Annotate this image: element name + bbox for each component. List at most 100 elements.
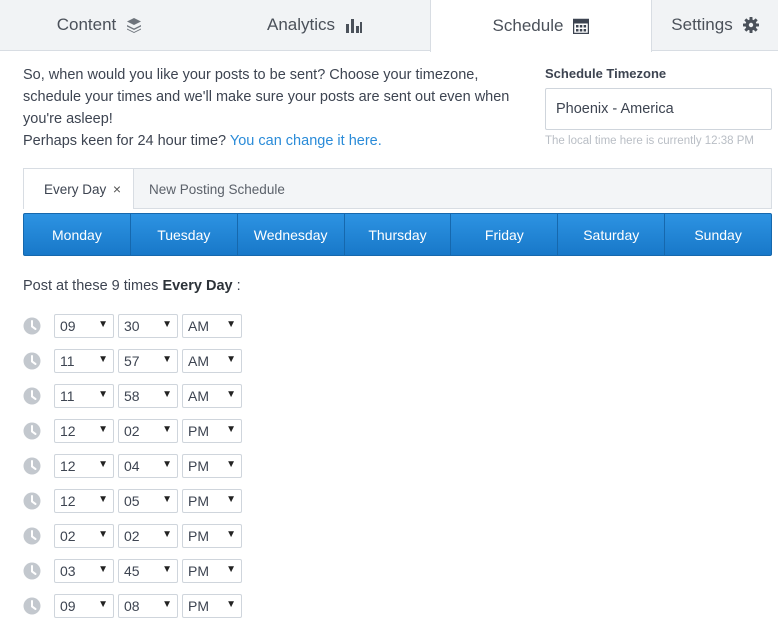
- hour-select[interactable]: 12 ▼: [54, 454, 114, 478]
- minute-select[interactable]: 58 ▼: [118, 384, 178, 408]
- hour-value: 11: [60, 353, 75, 369]
- minute-select[interactable]: 02 ▼: [118, 524, 178, 548]
- time-row: 03 ▼ 45 ▼ PM ▼: [23, 558, 246, 584]
- ampm-select[interactable]: PM ▼: [182, 454, 242, 478]
- dropdown-arrow-icon: ▼: [226, 354, 236, 365]
- hour-select[interactable]: 12 ▼: [54, 419, 114, 443]
- ampm-select[interactable]: PM ▼: [182, 489, 242, 513]
- day-thursday[interactable]: Thursday: [345, 214, 452, 255]
- minute-select[interactable]: 45 ▼: [118, 559, 178, 583]
- tab-schedule-label: Schedule: [492, 16, 564, 35]
- timezone-label: Schedule Timezone: [545, 66, 667, 81]
- minute-select[interactable]: 57 ▼: [118, 349, 178, 373]
- minute-value: 02: [124, 528, 140, 544]
- ampm-select[interactable]: PM ▼: [182, 559, 242, 583]
- ampm-value: AM: [188, 318, 209, 334]
- time-row: 11 ▼ 58 ▼ AM ▼: [23, 383, 246, 409]
- ampm-value: AM: [188, 388, 209, 404]
- layers-icon: [127, 18, 142, 33]
- dropdown-arrow-icon: ▼: [162, 389, 172, 400]
- day-friday[interactable]: Friday: [451, 214, 559, 255]
- time-row: 11 ▼ 57 ▼ AM ▼: [23, 348, 246, 374]
- dropdown-arrow-icon: ▼: [98, 389, 108, 400]
- tab-content[interactable]: Content: [0, 0, 199, 51]
- dropdown-arrow-icon: ▼: [162, 424, 172, 435]
- dropdown-arrow-icon: ▼: [226, 319, 236, 330]
- clock-icon[interactable]: [23, 562, 41, 580]
- ampm-select[interactable]: PM ▼: [182, 524, 242, 548]
- time-row: 12 ▼ 02 ▼ PM ▼: [23, 418, 246, 444]
- day-sunday[interactable]: Sunday: [665, 214, 771, 255]
- minute-value: 30: [124, 318, 140, 334]
- minute-select[interactable]: 04 ▼: [118, 454, 178, 478]
- new-posting-schedule-tab[interactable]: New Posting Schedule: [149, 169, 285, 209]
- minute-select[interactable]: 05 ▼: [118, 489, 178, 513]
- tab-settings[interactable]: Settings: [652, 0, 778, 51]
- schedule-tabs: Every Day × New Posting Schedule: [23, 168, 772, 209]
- post-times-summary: Post at these 9 times Every Day :: [23, 278, 241, 294]
- hour-select[interactable]: 12 ▼: [54, 489, 114, 513]
- main-tabs: Content Analytics Schedule Settings: [0, 0, 778, 52]
- time-row: 09 ▼ 30 ▼ AM ▼: [23, 313, 246, 339]
- minute-value: 58: [124, 388, 140, 404]
- ampm-select[interactable]: PM ▼: [182, 419, 242, 443]
- clock-icon[interactable]: [23, 597, 41, 615]
- tab-schedule[interactable]: Schedule: [430, 0, 652, 52]
- tab-analytics[interactable]: Analytics: [199, 0, 431, 51]
- minute-value: 04: [124, 458, 140, 474]
- dropdown-arrow-icon: ▼: [226, 564, 236, 575]
- hour-select[interactable]: 09 ▼: [54, 314, 114, 338]
- dropdown-arrow-icon: ▼: [98, 424, 108, 435]
- minute-value: 45: [124, 563, 140, 579]
- ampm-select[interactable]: AM ▼: [182, 349, 242, 373]
- minute-select[interactable]: 02 ▼: [118, 419, 178, 443]
- clock-icon[interactable]: [23, 527, 41, 545]
- hour-select[interactable]: 11 ▼: [54, 384, 114, 408]
- clock-icon[interactable]: [23, 317, 41, 335]
- dropdown-arrow-icon: ▼: [162, 354, 172, 365]
- day-selector: Monday Tuesday Wednesday Thursday Friday…: [23, 213, 772, 256]
- hour-value: 09: [60, 598, 76, 614]
- day-saturday[interactable]: Saturday: [558, 214, 666, 255]
- post-times-suffix: :: [236, 278, 241, 294]
- clock-icon[interactable]: [23, 387, 41, 405]
- dropdown-arrow-icon: ▼: [162, 529, 172, 540]
- hour-value: 12: [60, 458, 76, 474]
- day-wednesday[interactable]: Wednesday: [238, 214, 345, 255]
- clock-icon[interactable]: [23, 457, 41, 475]
- hour-value: 12: [60, 493, 76, 509]
- hour-select[interactable]: 09 ▼: [54, 594, 114, 618]
- ampm-value: PM: [188, 563, 209, 579]
- change-time-format-link[interactable]: You can change it here.: [230, 133, 382, 149]
- hour-select[interactable]: 03 ▼: [54, 559, 114, 583]
- dropdown-arrow-icon: ▼: [226, 459, 236, 470]
- dropdown-arrow-icon: ▼: [98, 564, 108, 575]
- day-monday[interactable]: Monday: [24, 214, 131, 255]
- dropdown-arrow-icon: ▼: [162, 564, 172, 575]
- dropdown-arrow-icon: ▼: [226, 424, 236, 435]
- ampm-select[interactable]: AM ▼: [182, 384, 242, 408]
- clock-icon[interactable]: [23, 352, 41, 370]
- bar-chart-icon: [346, 19, 363, 33]
- dropdown-arrow-icon: ▼: [98, 319, 108, 330]
- hour-value: 03: [60, 563, 76, 579]
- minute-select[interactable]: 30 ▼: [118, 314, 178, 338]
- clock-icon[interactable]: [23, 492, 41, 510]
- ampm-value: PM: [188, 493, 209, 509]
- minute-select[interactable]: 08 ▼: [118, 594, 178, 618]
- local-time-note: The local time here is currently 12:38 P…: [545, 135, 755, 147]
- ampm-select[interactable]: PM ▼: [182, 594, 242, 618]
- hour-select[interactable]: 02 ▼: [54, 524, 114, 548]
- hour-value: 09: [60, 318, 76, 334]
- schedule-tab-every-day[interactable]: Every Day ×: [24, 169, 134, 209]
- tab-content-label: Content: [56, 15, 117, 34]
- dropdown-arrow-icon: ▼: [98, 354, 108, 365]
- hour-select[interactable]: 11 ▼: [54, 349, 114, 373]
- timezone-input[interactable]: [545, 88, 772, 130]
- clock-icon[interactable]: [23, 422, 41, 440]
- ampm-select[interactable]: AM ▼: [182, 314, 242, 338]
- intro-24h-prompt: Perhaps keen for 24 hour time?: [23, 133, 227, 149]
- close-icon[interactable]: ×: [113, 181, 121, 197]
- day-tuesday[interactable]: Tuesday: [131, 214, 238, 255]
- time-row: 09 ▼ 08 ▼ PM ▼: [23, 593, 246, 619]
